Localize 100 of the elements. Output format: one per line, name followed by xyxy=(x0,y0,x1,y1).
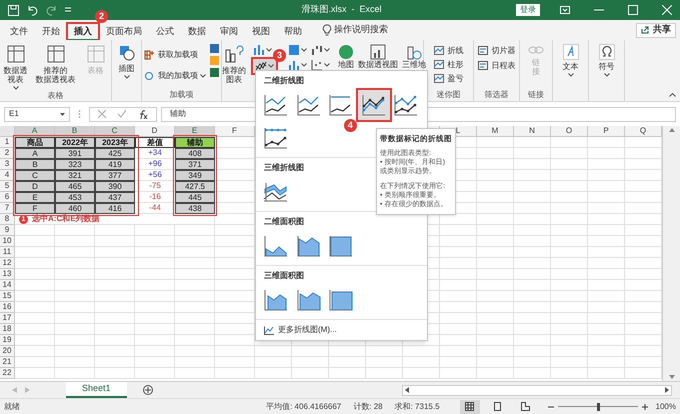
area-chart-thumbnail xyxy=(327,287,356,313)
row-header[interactable]: 20 xyxy=(0,346,15,357)
row-header[interactable]: 18 xyxy=(0,324,15,335)
column-header[interactable]: M xyxy=(477,126,514,137)
ribbon-button[interactable]: 插图 xyxy=(114,44,140,79)
column-header[interactable]: O xyxy=(551,126,588,137)
column-header[interactable]: D xyxy=(135,126,175,137)
menu-tab[interactable]: 审阅 xyxy=(214,23,244,40)
column-header[interactable]: C xyxy=(95,126,135,137)
menu-tab[interactable]: 数据 xyxy=(182,23,212,40)
table-cell: -16 xyxy=(135,192,175,203)
zoom-slider[interactable] xyxy=(558,402,638,410)
column-header[interactable]: E xyxy=(175,126,215,137)
line-chart-thumbnail xyxy=(294,92,323,118)
ribbon-button-label[interactable]: 数据透视图 xyxy=(358,60,398,69)
ribbon-button[interactable]: 柱形 xyxy=(434,58,464,71)
scroll-left-icon xyxy=(405,387,409,393)
zoom-slider-thumb[interactable] xyxy=(596,402,600,410)
line-chart-icon xyxy=(264,326,274,334)
row-header[interactable]: 15 xyxy=(0,291,15,302)
row-header[interactable]: 4 xyxy=(0,170,15,181)
grid-cell xyxy=(95,236,135,247)
grid-cell xyxy=(514,269,551,280)
ribbon-button-label[interactable]: 地图 xyxy=(338,60,354,69)
grid-cell xyxy=(588,324,625,335)
line-chart-thumbnail xyxy=(360,92,388,118)
column-header[interactable]: N xyxy=(514,126,551,137)
ribbon-button[interactable]: 符号 xyxy=(594,44,620,77)
row-header[interactable]: 2 xyxy=(0,148,15,159)
row-header[interactable]: 9 xyxy=(0,225,15,236)
grid-cell xyxy=(55,291,95,302)
horizontal-scrollbar[interactable] xyxy=(402,384,672,396)
group-label: 表格 xyxy=(48,90,64,102)
ribbon-button[interactable]: 推荐的 数据透视表 xyxy=(34,44,76,84)
ribbon-button[interactable]: 获取加载项 xyxy=(144,48,206,61)
maximize-icon xyxy=(628,5,638,15)
row-header[interactable]: 8 xyxy=(0,214,15,225)
ribbon-button[interactable]: 折线 xyxy=(434,44,464,57)
grid-cell xyxy=(175,357,215,368)
row-header[interactable]: 7 xyxy=(0,203,15,214)
row-header[interactable]: 17 xyxy=(0,313,15,324)
menu-tab[interactable]: 开始 xyxy=(36,23,66,40)
ribbon-button[interactable]: 切片器 xyxy=(478,44,516,57)
grid-cell xyxy=(440,280,477,291)
caret-icon xyxy=(266,48,272,52)
row-header[interactable]: 5 xyxy=(0,181,15,192)
caret-icon xyxy=(324,63,330,67)
grid-cell xyxy=(175,280,215,291)
row-header[interactable]: 10 xyxy=(0,236,15,247)
grid-cell xyxy=(440,313,477,324)
row-header[interactable]: 16 xyxy=(0,302,15,313)
share-button[interactable]: 共享 xyxy=(636,22,676,38)
name-box[interactable]: E1 xyxy=(4,106,70,122)
ribbon-button-label[interactable]: 三维地 xyxy=(402,60,426,69)
row-header[interactable]: 21 xyxy=(0,357,15,368)
row-header[interactable]: 3 xyxy=(0,159,15,170)
ribbon-button[interactable]: 推荐的 图表 xyxy=(219,44,249,84)
row-header[interactable]: 1 xyxy=(0,137,15,148)
grid-cell xyxy=(329,368,366,379)
table-cell: 321 xyxy=(55,170,95,181)
row-header[interactable]: 11 xyxy=(0,247,15,258)
more-charts-item[interactable]: 更多折线图(M)... xyxy=(256,320,427,340)
menu-tab[interactable]: 帮助 xyxy=(278,23,308,40)
grid-cell xyxy=(551,247,588,258)
vertical-scrollbar[interactable] xyxy=(662,126,680,381)
view-button[interactable] xyxy=(460,400,480,414)
column-header[interactable]: P xyxy=(588,126,625,137)
menu-tab[interactable]: 页面布局 xyxy=(100,23,148,40)
row-header[interactable]: 6 xyxy=(0,192,15,203)
grid-cell xyxy=(551,203,588,214)
grid-cell xyxy=(588,280,625,291)
bar-chart-icon xyxy=(288,59,300,71)
table-cell: 453 xyxy=(55,192,95,203)
column-header[interactable]: F xyxy=(215,126,255,137)
tell-me-search[interactable]: 操作说明搜索 xyxy=(334,23,388,37)
menu-tab[interactable]: 视图 xyxy=(246,23,276,40)
caret-icon xyxy=(604,73,610,77)
row-header[interactable]: 19 xyxy=(0,335,15,346)
sign-in-button[interactable]: 登录 xyxy=(516,4,540,16)
row-header[interactable]: 14 xyxy=(0,280,15,291)
ribbon-button[interactable]: 我的加载项 xyxy=(144,69,198,82)
caret-icon xyxy=(301,63,307,67)
grid-cell xyxy=(551,214,588,225)
row-header[interactable]: 22 xyxy=(0,368,15,379)
zoom-out-icon xyxy=(548,404,554,410)
grid-cell xyxy=(588,148,625,159)
column-header[interactable]: B xyxy=(55,126,95,137)
ribbon-button[interactable]: 日程表 xyxy=(478,59,516,72)
column-header[interactable]: Q xyxy=(625,126,662,137)
ribbon-button[interactable]: 文本 xyxy=(558,44,584,77)
sheet-tab[interactable]: Sheet1 xyxy=(66,382,127,398)
row-header[interactable]: 12 xyxy=(0,258,15,269)
ribbon-button[interactable]: 数据透 视表 xyxy=(0,44,30,90)
menu-tab[interactable]: 公式 xyxy=(150,23,180,40)
grid-cell xyxy=(588,269,625,280)
ribbon-button[interactable]: 盈亏 xyxy=(434,72,464,85)
menu-tab[interactable]: 文件 xyxy=(4,23,34,40)
page-break-icon xyxy=(521,402,530,411)
row-header[interactable]: 13 xyxy=(0,269,15,280)
column-header[interactable]: A xyxy=(15,126,55,137)
